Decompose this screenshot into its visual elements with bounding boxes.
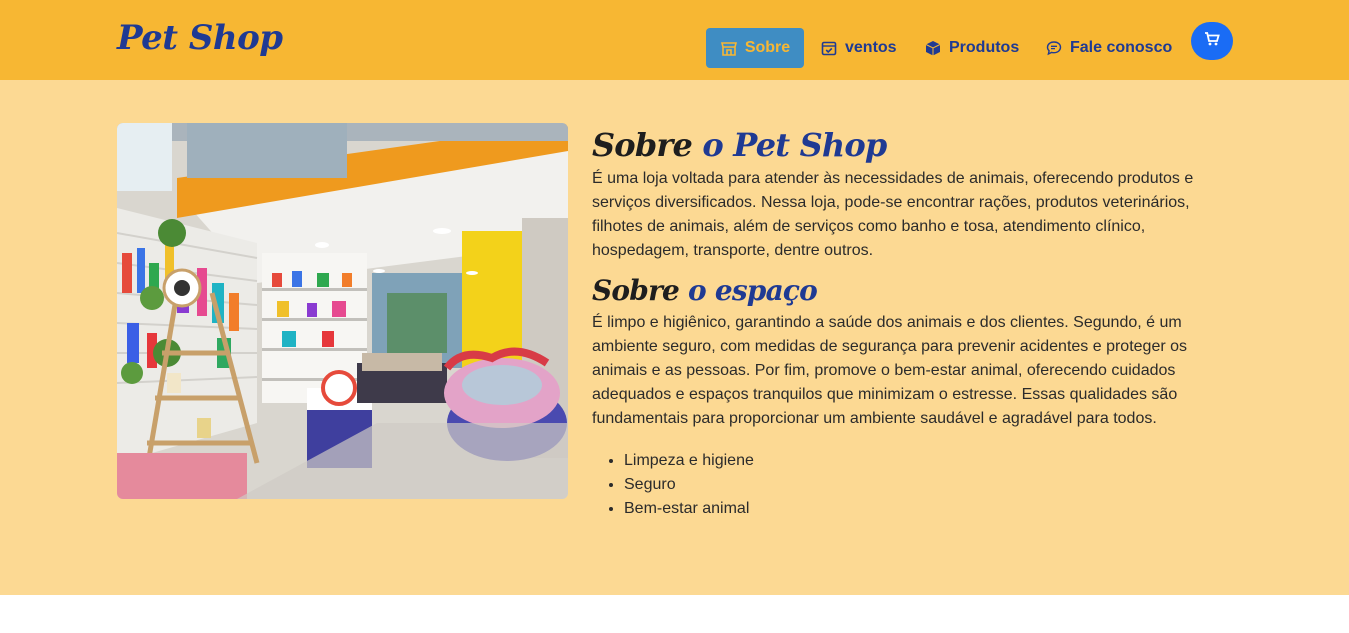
nav-fale-conosco[interactable]: Fale conosco bbox=[1045, 28, 1172, 68]
about-title-accent: o Pet Shop bbox=[702, 126, 887, 164]
nav-eventos-label: ventos bbox=[845, 39, 897, 56]
store-icon bbox=[720, 39, 738, 57]
navbar: Pet Shop Sobre ventos Produtos Fale cono… bbox=[0, 0, 1349, 80]
nav-produtos[interactable]: Produtos bbox=[924, 28, 1019, 68]
list-item: Limpeza e higiene bbox=[624, 449, 1202, 473]
list-item: Bem-estar animal bbox=[624, 497, 1202, 521]
nav-produtos-label: Produtos bbox=[949, 39, 1020, 56]
cart-icon bbox=[1204, 31, 1220, 51]
nav-sobre-label: Sobre bbox=[744, 39, 791, 56]
space-title-prefix: Sobre bbox=[592, 274, 680, 307]
chat-icon bbox=[1045, 39, 1063, 57]
box-icon bbox=[924, 39, 942, 57]
space-features-list: Limpeza e higiene Seguro Bem-estar anima… bbox=[624, 449, 1202, 521]
store-interior-photo bbox=[117, 123, 568, 499]
about-content: Sobre o Pet Shop É uma loja voltada para… bbox=[592, 123, 1202, 521]
cart-button[interactable] bbox=[1191, 22, 1233, 60]
list-item: Seguro bbox=[624, 473, 1202, 497]
space-title-accent: o espaço bbox=[688, 274, 818, 307]
nav-eventos[interactable]: ventos bbox=[820, 28, 897, 68]
about-title-prefix: Sobre bbox=[592, 126, 693, 164]
nav-fale-label: Fale conosco bbox=[1070, 39, 1173, 56]
brand-logo[interactable]: Pet Shop bbox=[117, 18, 283, 58]
calendar-check-icon bbox=[820, 39, 838, 57]
about-paragraph: É uma loja voltada para atender às neces… bbox=[592, 170, 1194, 259]
about-title: Sobre o Pet Shop bbox=[592, 123, 1202, 167]
nav-sobre[interactable]: Sobre bbox=[706, 28, 804, 68]
space-paragraph: É limpo e higiênico, garantindo a saúde … bbox=[592, 314, 1188, 427]
space-title: Sobre o espaço bbox=[592, 271, 1202, 311]
